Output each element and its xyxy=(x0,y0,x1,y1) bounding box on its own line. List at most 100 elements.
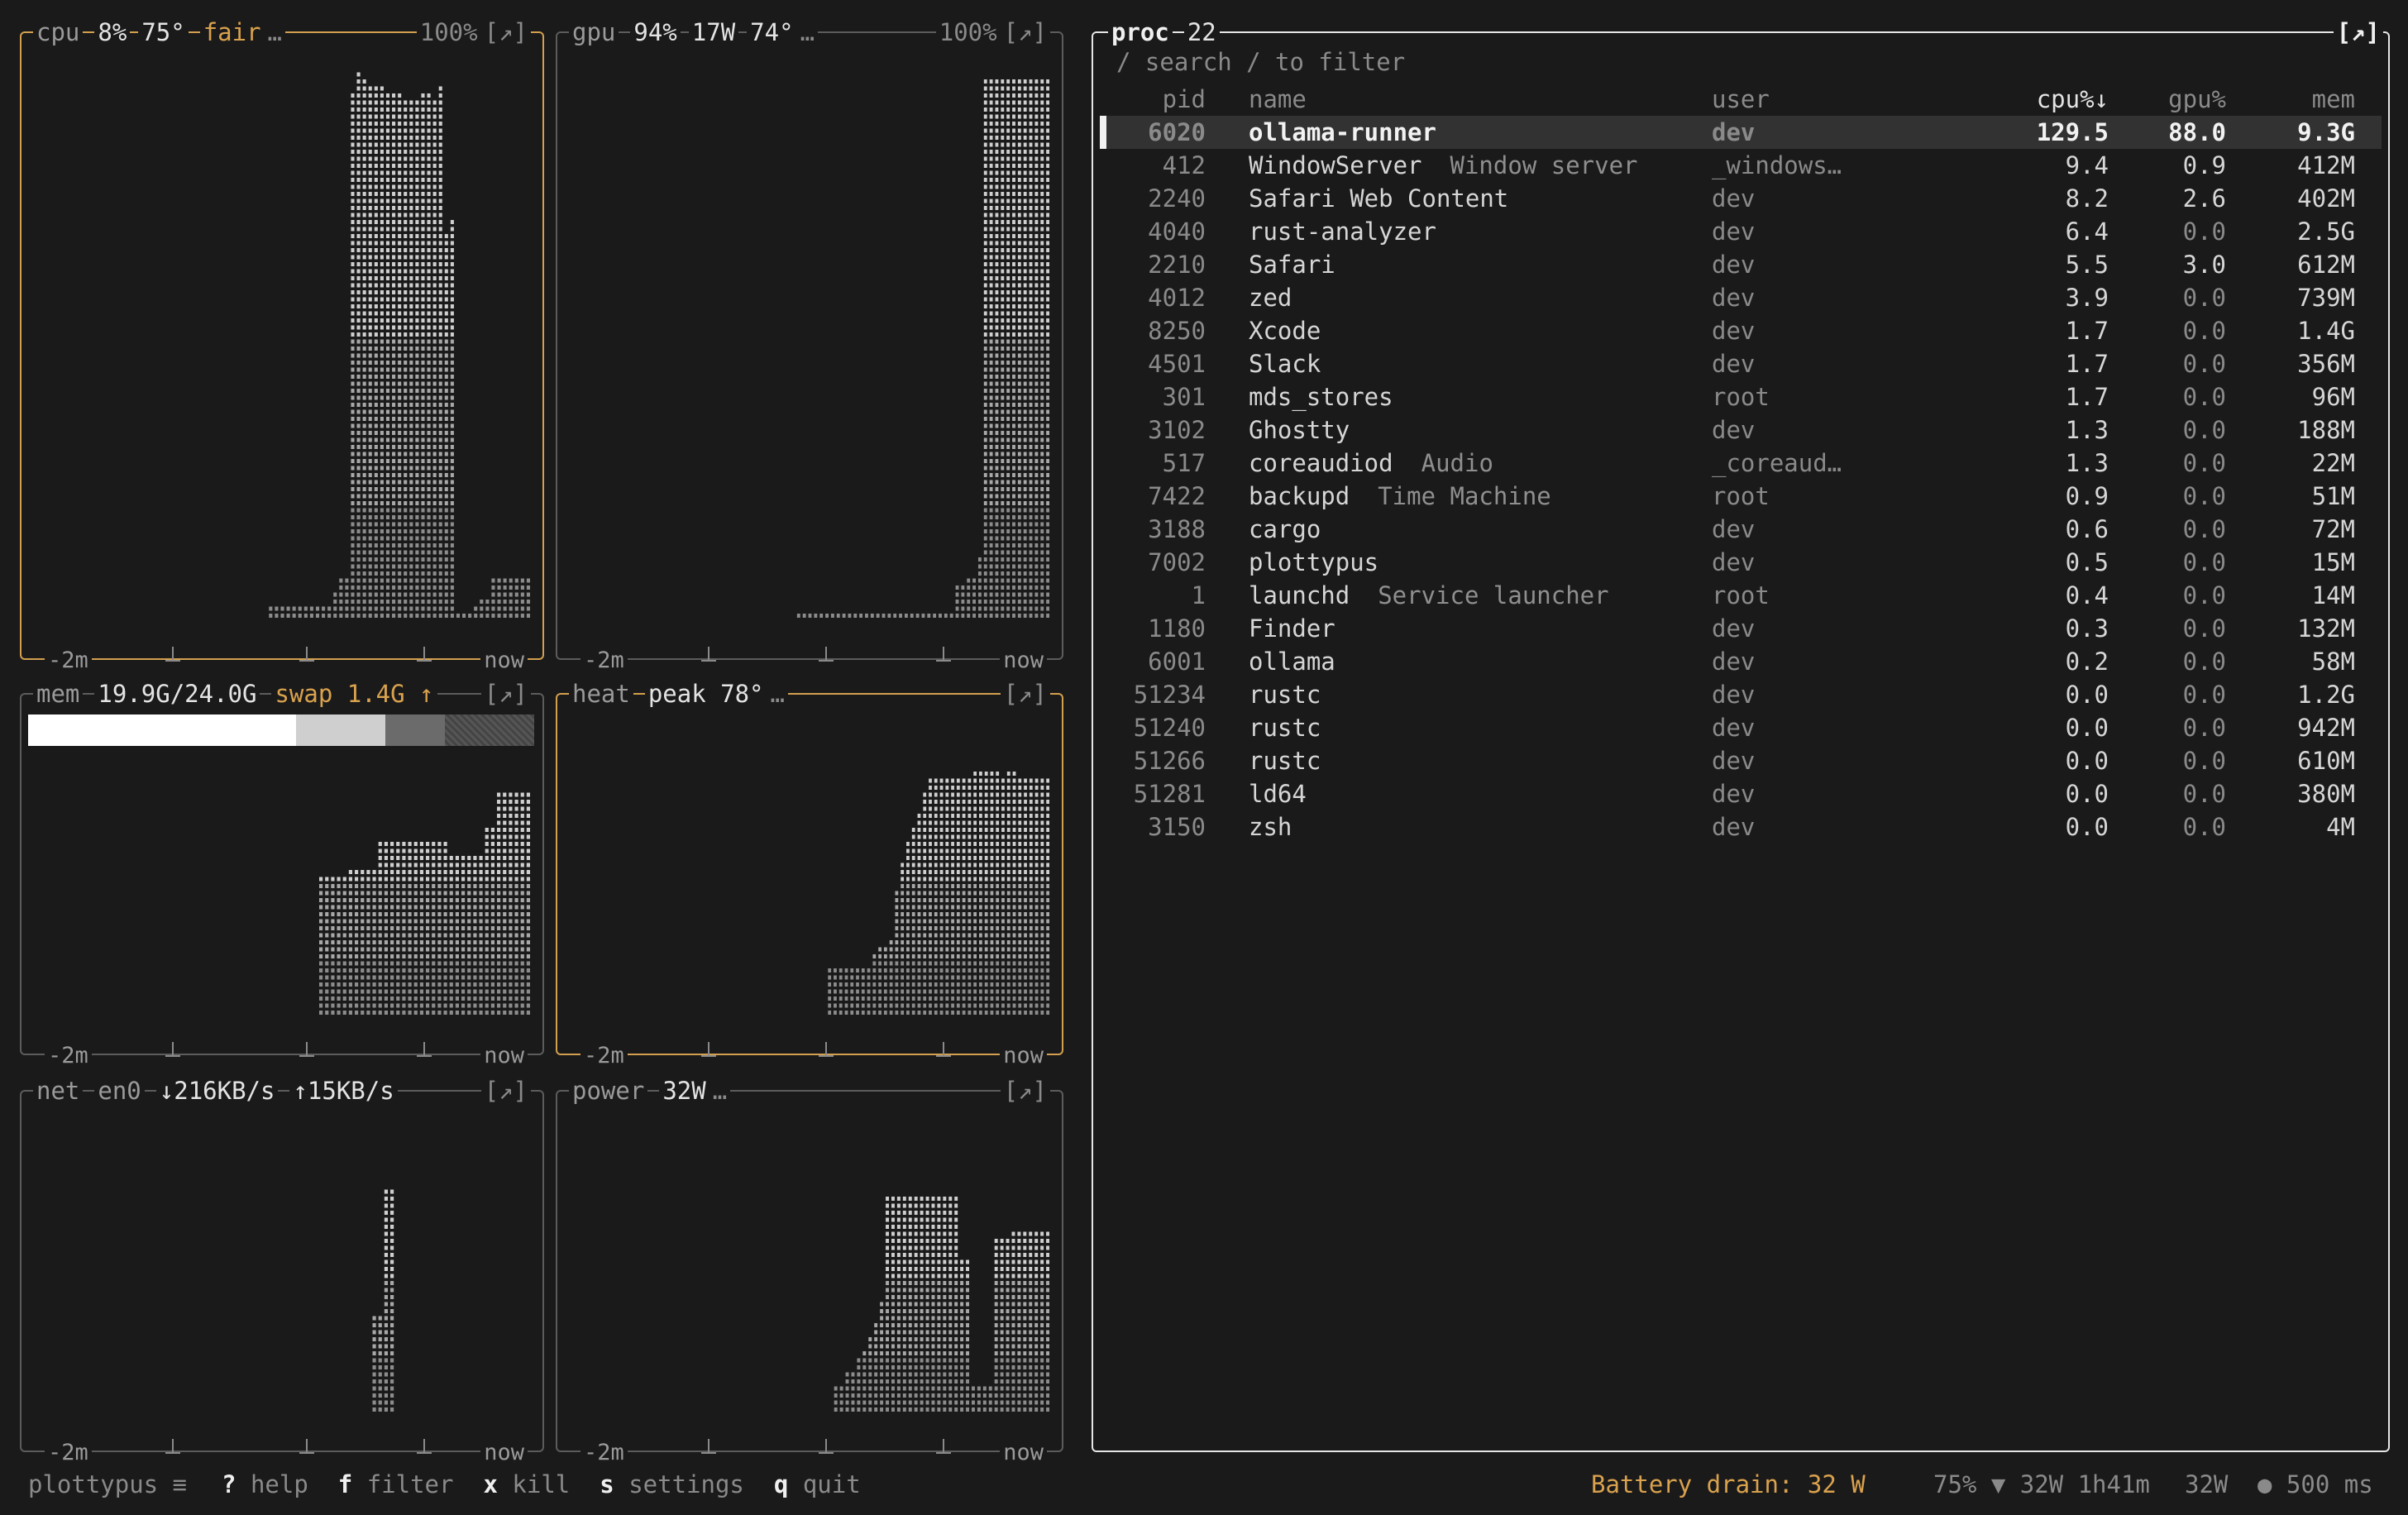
chart-dot xyxy=(426,940,430,944)
chart-dot xyxy=(390,1386,394,1391)
chart-dot xyxy=(467,856,471,860)
chart-dot xyxy=(931,1281,935,1285)
chart-dot xyxy=(1012,423,1015,428)
chart-dot xyxy=(886,1379,889,1384)
chart-dot xyxy=(951,926,954,930)
chart-dot xyxy=(908,1302,912,1307)
chart-dot xyxy=(432,550,437,555)
chart-dot xyxy=(356,550,361,555)
chart-dot xyxy=(951,919,954,924)
chart-dot xyxy=(1046,220,1049,224)
chart-dot xyxy=(421,375,425,379)
chart-dot xyxy=(404,220,408,224)
chart-dot xyxy=(348,870,352,874)
chart-dot xyxy=(378,1386,382,1391)
chart-dot xyxy=(421,600,425,604)
chart-dot xyxy=(384,1231,388,1236)
chart-dot xyxy=(443,898,447,902)
chart-dot xyxy=(309,606,313,611)
chart-dot xyxy=(380,241,384,246)
chart-dot xyxy=(1006,150,1010,154)
chart-dot xyxy=(421,564,425,569)
chart-dot xyxy=(443,989,447,994)
chart-dot xyxy=(398,114,402,119)
chart-dot xyxy=(989,585,993,590)
chart-dot xyxy=(413,926,418,930)
chart-dot xyxy=(834,1393,838,1398)
chart-dot xyxy=(355,961,359,966)
chart-dot xyxy=(351,339,355,344)
chart-dot xyxy=(520,954,524,958)
chart-dot xyxy=(917,968,921,973)
chart-dot xyxy=(844,1011,848,1015)
chart-dot xyxy=(1012,968,1016,973)
chart-dot xyxy=(362,136,366,140)
chart-dot xyxy=(450,473,454,477)
chart-dot xyxy=(438,423,442,428)
chart-dot xyxy=(421,452,425,456)
chart-dot xyxy=(378,848,382,853)
chart-dot xyxy=(973,912,977,916)
chart-dot xyxy=(1006,487,1010,491)
chart-dot xyxy=(473,933,477,938)
chart-dot xyxy=(361,919,365,924)
chart-dot xyxy=(1034,961,1039,966)
chart-dot xyxy=(995,375,999,379)
chart-dot xyxy=(1046,989,1049,994)
chart-dot xyxy=(934,828,938,832)
chart-dot xyxy=(520,968,524,973)
chart-dot xyxy=(995,466,999,471)
chart-dot xyxy=(444,578,448,583)
chart-dot xyxy=(911,870,915,874)
chart-dot xyxy=(514,863,518,867)
chart-dot xyxy=(1034,452,1039,456)
chart-dot xyxy=(408,1003,412,1008)
chart-dot xyxy=(356,536,361,541)
chart-dot xyxy=(1029,828,1033,832)
chart-dot xyxy=(994,1358,998,1363)
chart-dot xyxy=(372,1407,376,1412)
chart-dot xyxy=(886,1203,889,1208)
chart-dot xyxy=(356,276,361,280)
chart-dot xyxy=(901,863,905,867)
chart-dot xyxy=(1040,318,1044,323)
chart-dot xyxy=(1001,926,1005,930)
chart-dot xyxy=(973,989,977,994)
chart-dot xyxy=(426,912,430,916)
chart-dot xyxy=(409,466,413,471)
chart-dot xyxy=(355,884,359,888)
chart-dot xyxy=(839,1407,843,1412)
chart-dot xyxy=(362,170,366,175)
chart-dot xyxy=(880,1330,884,1335)
chart-dot xyxy=(899,614,902,618)
chart-dot xyxy=(995,164,999,168)
chart-dot xyxy=(1012,234,1015,238)
chart-dot xyxy=(1040,262,1044,266)
chart-dot xyxy=(372,919,376,924)
chart-dot xyxy=(398,164,402,168)
chart-dot xyxy=(415,381,419,386)
chart-dot xyxy=(983,290,987,294)
chart-dot xyxy=(1001,290,1005,294)
chart-dot xyxy=(1012,600,1015,604)
chart-dot xyxy=(526,585,530,590)
chart-dot xyxy=(1012,276,1015,280)
chart-dot xyxy=(298,606,302,611)
chart-dot xyxy=(1040,213,1044,217)
chart-dot xyxy=(901,1011,905,1015)
chart-dot xyxy=(438,93,442,98)
chart-dot xyxy=(426,933,430,938)
chart-dot xyxy=(520,933,524,938)
chart-dot xyxy=(911,947,915,952)
chart-dot xyxy=(444,536,448,541)
chart-dot xyxy=(390,1274,394,1278)
chart-dot xyxy=(509,814,513,818)
chart-dot xyxy=(503,578,507,583)
chart-dot xyxy=(966,1379,969,1384)
chart-dot xyxy=(962,806,966,811)
chart-dot xyxy=(874,1386,878,1391)
chart-dot xyxy=(1029,848,1033,853)
chart-dot xyxy=(432,578,437,583)
chart-dot xyxy=(432,905,436,910)
chart-dot xyxy=(948,1407,953,1412)
